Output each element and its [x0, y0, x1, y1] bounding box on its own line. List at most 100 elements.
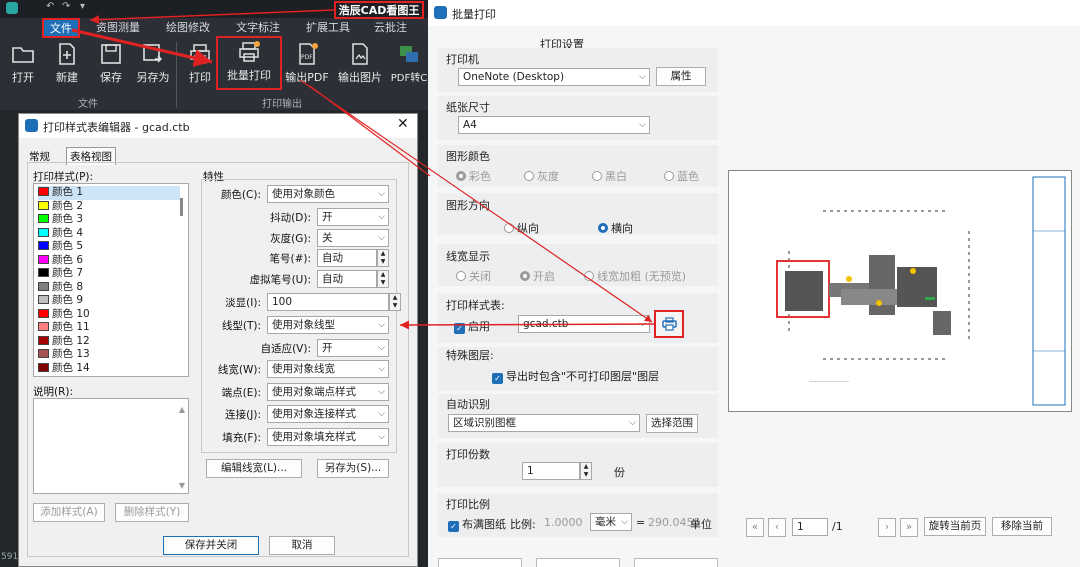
- style-list-item[interactable]: 颜色 12: [38, 335, 180, 349]
- property-field[interactable]: 开 ⌵: [317, 208, 389, 226]
- ribbon-new-button[interactable]: 新建: [45, 40, 89, 90]
- edit-print-style-button[interactable]: [654, 310, 684, 338]
- bottom-button-3[interactable]: [634, 558, 718, 567]
- menu-file[interactable]: 文件: [42, 18, 80, 38]
- last-page-button[interactable]: »: [900, 518, 918, 537]
- print-preview-area[interactable]: ——————————: [728, 170, 1072, 412]
- printer-select[interactable]: OneNote (Desktop) ⌵: [458, 68, 650, 86]
- style-list-item[interactable]: 颜色 14: [38, 362, 180, 376]
- ribbon-save-as-button[interactable]: 另存为: [133, 40, 173, 90]
- bottom-button-1[interactable]: [438, 558, 522, 567]
- rotate-page-button[interactable]: 旋转当前页: [924, 517, 986, 536]
- lineweight-bold[interactable]: 线宽加粗 (无预览): [584, 268, 686, 284]
- undo-icon[interactable]: ↶: [46, 1, 54, 12]
- style-list-item[interactable]: 颜色 1: [38, 186, 180, 200]
- include-unprintable-layer-checkbox[interactable]: ✓ 导出时包含"不可打印图层"图层: [492, 368, 659, 384]
- status-coordinate: 591: [1, 552, 19, 562]
- property-field[interactable]: 使用对象连接样式 ⌵: [267, 405, 389, 423]
- ribbon-export-pdf-button[interactable]: PDF 输出PDF: [284, 40, 330, 90]
- color-option-gray[interactable]: 灰度: [524, 168, 559, 184]
- printer-properties-button[interactable]: 属性: [656, 67, 706, 86]
- style-name: 颜色 4: [52, 226, 84, 239]
- menu-extension-tools[interactable]: 扩展工具: [306, 19, 350, 37]
- style-list-item[interactable]: 颜色 5: [38, 240, 180, 254]
- style-list-item[interactable]: 颜色 4: [38, 227, 180, 241]
- ribbon-batch-print-button[interactable]: 批量打印: [216, 36, 282, 90]
- close-icon[interactable]: ✕: [397, 116, 409, 132]
- orientation-landscape[interactable]: 横向: [598, 220, 633, 236]
- property-label: 颜色(C):: [220, 189, 261, 201]
- style-name: 颜色 12: [52, 334, 90, 347]
- style-list-item[interactable]: 颜色 8: [38, 281, 180, 295]
- style-list-item[interactable]: 颜色 7: [38, 267, 180, 281]
- color-option-blue[interactable]: 蓝色: [664, 168, 699, 184]
- copies-input[interactable]: 1: [522, 462, 580, 480]
- styles-list[interactable]: 颜色 1 颜色 2 颜色 3 颜色 4 颜色 5 颜色 6 颜色 7 颜色 8 颜色 9 颜色 1…: [33, 183, 189, 377]
- stepper-icon[interactable]: ▲ ▼: [377, 249, 389, 267]
- color-swatch-icon: [38, 322, 49, 331]
- auto-detect-select[interactable]: 区域识别图框 ⌵: [448, 414, 640, 432]
- orientation-portrait[interactable]: 纵向: [504, 220, 539, 236]
- style-list-item[interactable]: 颜色 11: [38, 321, 180, 335]
- property-field[interactable]: 使用对象颜色 ⌵: [267, 185, 389, 203]
- edit-lineweight-button[interactable]: 编辑线宽(L)...: [206, 459, 302, 478]
- property-field[interactable]: 使用对象端点样式 ⌵: [267, 383, 389, 401]
- styles-list-scrollbar[interactable]: [180, 198, 183, 216]
- menu-cloud-annotation[interactable]: 云批注: [374, 19, 407, 37]
- next-page-button[interactable]: ›: [878, 518, 896, 537]
- scroll-down-icon[interactable]: ▼: [179, 481, 185, 490]
- menu-measure[interactable]: 资图测量: [96, 19, 140, 37]
- color-option-bw[interactable]: 黑白: [592, 168, 627, 184]
- style-list-item[interactable]: 颜色 9: [38, 294, 180, 308]
- add-style-button[interactable]: 添加样式(A): [33, 503, 105, 522]
- style-list-item[interactable]: 颜色 2: [38, 200, 180, 214]
- cancel-button[interactable]: 取消: [269, 536, 335, 555]
- style-list-item[interactable]: 颜色 10: [38, 308, 180, 322]
- print-style-enable-checkbox[interactable]: ✓ 启用: [454, 318, 490, 334]
- redo-icon[interactable]: ↷: [62, 1, 70, 12]
- property-field[interactable]: 开 ⌵: [317, 339, 389, 357]
- property-field[interactable]: 关 ⌵: [317, 229, 389, 247]
- ribbon-open-button[interactable]: 打开: [1, 40, 45, 90]
- property-field[interactable]: 使用对象填充样式 ⌵: [267, 428, 389, 446]
- stepper-icon[interactable]: ▲ ▼: [389, 293, 401, 311]
- print-style-table-select[interactable]: gcad.ctb ⌵: [518, 315, 650, 333]
- bottom-button-2[interactable]: [536, 558, 620, 567]
- save-and-close-button[interactable]: 保存并关闭: [163, 536, 259, 555]
- description-textarea[interactable]: ▲ ▼: [33, 398, 189, 494]
- menu-draw-modify[interactable]: 绘图修改: [166, 19, 210, 37]
- property-field[interactable]: 使用对象线型 ⌵: [267, 316, 389, 334]
- property-field[interactable]: 使用对象线宽 ⌵: [267, 360, 389, 378]
- prev-page-button[interactable]: ‹: [768, 518, 786, 537]
- property-field[interactable]: 自动: [317, 249, 377, 267]
- property-field[interactable]: 自动: [317, 270, 377, 288]
- style-list-item[interactable]: 颜色 6: [38, 254, 180, 268]
- first-page-button[interactable]: «: [746, 518, 764, 537]
- ribbon-save-button[interactable]: 保存: [89, 40, 133, 90]
- paper-size-select[interactable]: A4 ⌵: [458, 116, 650, 134]
- fill-paper-checkbox[interactable]: ✓ 布满图纸: [448, 516, 506, 532]
- property-label: 笔号(#):: [269, 253, 311, 265]
- page-number-input[interactable]: 1: [792, 518, 828, 536]
- ribbon-export-image-button[interactable]: 输出图片: [334, 40, 386, 90]
- select-range-button[interactable]: 选择范围: [646, 414, 698, 433]
- auto-detect-value: 区域识别图框: [453, 417, 516, 429]
- scale-unit-select[interactable]: 毫米 ⌵: [590, 513, 632, 531]
- lineweight-on[interactable]: 开启: [520, 268, 555, 284]
- radio-icon: [524, 171, 534, 181]
- remove-page-button[interactable]: 移除当前: [992, 517, 1052, 536]
- color-option-color[interactable]: 彩色: [456, 168, 491, 184]
- chevron-down-icon: ⌵: [378, 189, 385, 199]
- style-list-item[interactable]: 颜色 3: [38, 213, 180, 227]
- scroll-up-icon[interactable]: ▲: [179, 405, 185, 414]
- style-list-item[interactable]: 颜色 13: [38, 348, 180, 362]
- menu-text-annotation[interactable]: 文字标注: [236, 19, 280, 37]
- delete-style-button[interactable]: 删除样式(Y): [115, 503, 189, 522]
- copies-stepper[interactable]: ▲ ▼: [580, 462, 592, 480]
- property-field[interactable]: 100: [267, 293, 389, 311]
- stepper-icon[interactable]: ▲ ▼: [377, 270, 389, 288]
- ribbon-pdf-convert-button[interactable]: PDF转C: [390, 40, 428, 90]
- quick-access-dropdown-icon[interactable]: ▾: [80, 1, 85, 12]
- lineweight-off[interactable]: 关闭: [456, 268, 491, 284]
- save-as-button[interactable]: 另存为(S)...: [317, 459, 389, 478]
